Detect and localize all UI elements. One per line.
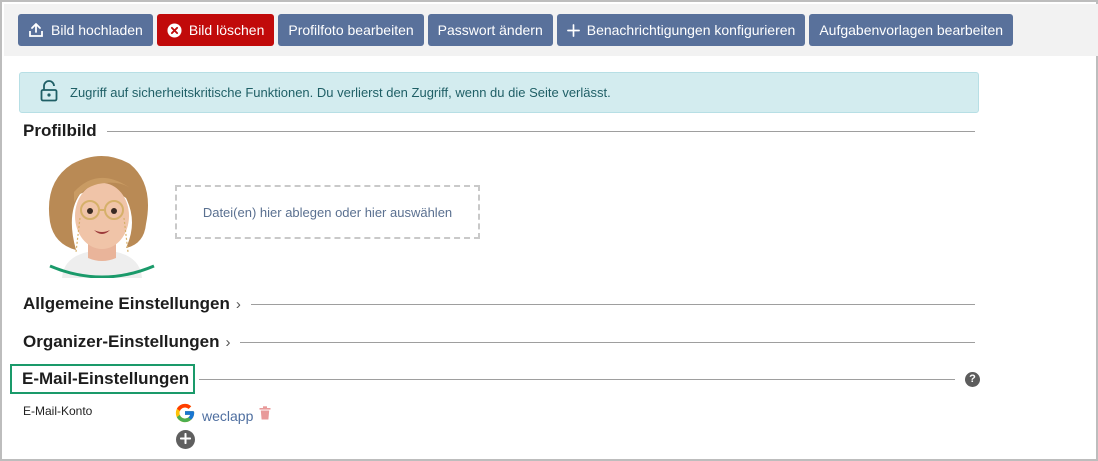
unlock-icon (40, 80, 58, 105)
general-settings-title: Allgemeine Einstellungen (23, 294, 230, 313)
organizer-settings-title: Organizer-Einstellungen (23, 332, 220, 351)
edit-profile-photo-button[interactable]: Profilfoto bearbeiten (278, 14, 424, 46)
edit-profile-photo-label: Profilfoto bearbeiten (288, 22, 414, 38)
delete-image-button[interactable]: Bild löschen (156, 14, 275, 46)
file-dropzone[interactable]: Datei(en) hier ablegen oder hier auswähl… (175, 185, 480, 239)
add-email-account-button[interactable] (176, 430, 195, 449)
email-account-name[interactable]: weclapp (202, 408, 253, 424)
chevron-right-icon: › (235, 295, 241, 313)
security-alert: Zugriff auf sicherheitskritische Funktio… (19, 72, 979, 113)
change-password-label: Passwort ändern (437, 22, 543, 38)
email-settings-section-header: E-Mail-Einstellungen ? (10, 364, 980, 394)
configure-notifications-button[interactable]: Benachrichtigungen konfigurieren (556, 14, 806, 46)
plus-icon (566, 23, 580, 37)
question-circle-icon[interactable]: ? (965, 371, 980, 387)
section-divider (250, 303, 975, 305)
email-account-entry: weclapp (174, 402, 271, 429)
chevron-right-icon: › (225, 333, 231, 351)
organizer-settings-section-header[interactable]: Organizer-Einstellungen › (23, 332, 975, 352)
section-divider (240, 341, 975, 343)
toolbar: Bild hochladen Bild löschen Profilfoto b… (18, 14, 1014, 46)
delete-image-label: Bild löschen (188, 22, 265, 38)
profile-picture-title: Profilbild (23, 121, 97, 140)
section-divider (199, 378, 955, 380)
profile-picture-section-header: Profilbild (23, 121, 975, 141)
security-alert-text: Zugriff auf sicherheitskritische Funktio… (70, 85, 611, 100)
google-icon (174, 402, 196, 429)
x-circle-icon (167, 22, 182, 38)
plus-icon (179, 431, 192, 449)
upload-image-button[interactable]: Bild hochladen (18, 14, 153, 46)
general-settings-section-header[interactable]: Allgemeine Einstellungen › (23, 294, 975, 314)
upload-icon (28, 22, 44, 38)
change-password-button[interactable]: Passwort ändern (427, 14, 553, 46)
configure-notifications-label: Benachrichtigungen konfigurieren (586, 22, 796, 38)
trash-icon[interactable] (259, 406, 271, 425)
avatar (42, 152, 162, 279)
file-dropzone-text: Datei(en) hier ablegen oder hier auswähl… (202, 204, 453, 220)
upload-image-label: Bild hochladen (51, 22, 143, 38)
email-settings-title: E-Mail-Einstellungen (10, 364, 196, 394)
email-account-label: E-Mail-Konto (23, 404, 93, 418)
section-divider (106, 130, 975, 132)
edit-task-templates-button[interactable]: Aufgabenvorlagen bearbeiten (809, 14, 1014, 46)
edit-task-templates-label: Aufgabenvorlagen bearbeiten (819, 22, 1004, 38)
app-frame: Bild hochladen Bild löschen Profilfoto b… (0, 0, 1098, 461)
